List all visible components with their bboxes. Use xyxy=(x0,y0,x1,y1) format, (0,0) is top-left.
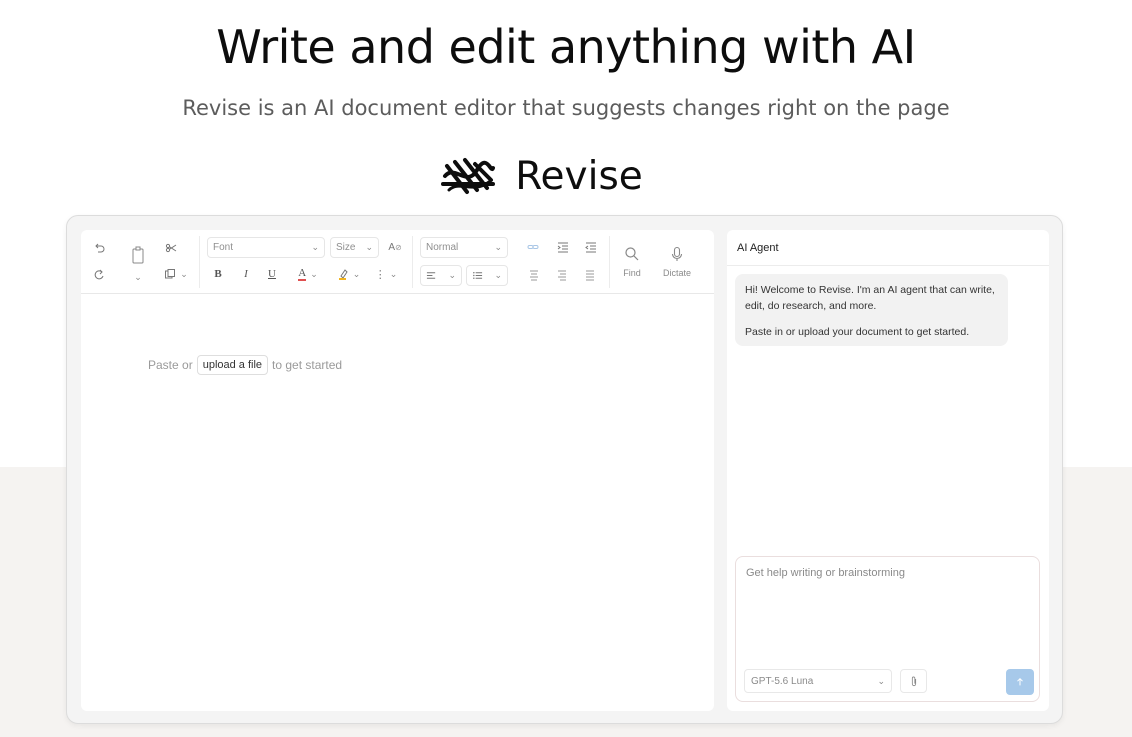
paperclip-icon xyxy=(911,676,916,686)
font-select[interactable]: Font ⌄ xyxy=(207,237,325,258)
font-color-button[interactable]: A ⌄ xyxy=(293,266,323,282)
indent-icon[interactable] xyxy=(555,240,571,254)
brand-name: Revise xyxy=(515,153,643,199)
bullet-list-icon xyxy=(473,272,483,279)
align-center-icon[interactable] xyxy=(527,268,541,282)
find-button[interactable]: Find xyxy=(617,238,647,286)
hero-title: Write and edit anything with AI xyxy=(216,20,916,74)
editor-toolbar: ⌄ ⌄ Font ⌄ Size ⌄ A ⊘ B I U A ⌄ ⌄ ⋮ ⌄ No… xyxy=(81,230,714,294)
bold-button[interactable]: B xyxy=(211,266,225,282)
undo-icon[interactable] xyxy=(91,240,107,256)
italic-button[interactable]: I xyxy=(239,266,253,282)
more-options-icon[interactable]: ⋮ ⌄ xyxy=(373,266,399,282)
upload-file-button[interactable]: upload a file xyxy=(196,355,269,375)
highlight-icon[interactable]: ⌄ xyxy=(333,266,365,282)
arrow-up-icon xyxy=(1017,677,1023,686)
agent-message: Hi! Welcome to Revise. I'm an AI agent t… xyxy=(745,284,995,312)
underline-button[interactable]: U xyxy=(265,266,279,282)
agent-message-bubble: Hi! Welcome to Revise. I'm an AI agent t… xyxy=(735,274,1008,346)
align-justify-icon[interactable] xyxy=(583,268,597,282)
align-right-icon[interactable] xyxy=(555,268,569,282)
search-icon xyxy=(625,247,639,261)
find-label: Find xyxy=(623,268,641,278)
size-select[interactable]: Size ⌄ xyxy=(330,237,379,258)
ai-agent-panel: AI Agent Hi! Welcome to Revise. I'm an A… xyxy=(727,230,1049,711)
hero-subtitle: Revise is an AI document editor that sug… xyxy=(182,96,950,120)
agent-header: AI Agent xyxy=(727,230,1049,266)
paragraph-style-select[interactable]: Normal ⌄ xyxy=(420,237,508,258)
toolbar-divider xyxy=(609,236,610,288)
list-select[interactable]: ⌄ xyxy=(466,265,508,286)
placeholder-after: to get started xyxy=(272,358,343,372)
font-select-value: Font xyxy=(213,242,234,253)
clear-format-icon[interactable]: A ⊘ xyxy=(386,239,404,255)
send-button[interactable] xyxy=(1006,669,1034,695)
align-left-icon xyxy=(426,272,436,279)
outdent-icon[interactable] xyxy=(583,240,599,254)
link-icon[interactable] xyxy=(525,240,541,254)
redo-icon[interactable] xyxy=(91,266,107,282)
chat-input[interactable] xyxy=(746,567,1026,579)
paste-icon[interactable] xyxy=(129,244,147,266)
brand: Revise xyxy=(412,138,668,214)
copy-icon[interactable]: ⌄ xyxy=(161,266,191,282)
dictate-button[interactable]: Dictate xyxy=(659,238,695,286)
microphone-icon xyxy=(671,246,683,261)
document-panel: ⌄ ⌄ Font ⌄ Size ⌄ A ⊘ B I U A ⌄ ⌄ ⋮ ⌄ No… xyxy=(81,230,714,711)
cut-icon[interactable] xyxy=(163,240,179,256)
model-select-value: GPT-5.6 Luna xyxy=(751,675,814,687)
font-color-label: A xyxy=(298,266,307,281)
placeholder-before: Paste or xyxy=(148,358,193,372)
attach-button[interactable] xyxy=(900,669,927,693)
app-frame: ⌄ ⌄ Font ⌄ Size ⌄ A ⊘ B I U A ⌄ ⌄ ⋮ ⌄ No… xyxy=(66,215,1063,724)
align-select[interactable]: ⌄ xyxy=(420,265,462,286)
dictate-label: Dictate xyxy=(662,268,691,278)
agent-message: Paste in or upload your document to get … xyxy=(745,326,970,338)
toolbar-divider xyxy=(412,236,413,288)
model-select[interactable]: GPT-5.6 Luna ⌄ xyxy=(744,669,892,693)
paragraph-style-value: Normal xyxy=(426,242,459,253)
editor-placeholder: Paste or upload a file to get started xyxy=(148,354,342,376)
chat-composer: GPT-5.6 Luna⌄ xyxy=(735,556,1040,702)
size-select-value: Size xyxy=(336,242,356,253)
paste-dropdown-chevron[interactable]: ⌄ xyxy=(131,270,145,284)
toolbar-divider xyxy=(199,236,200,288)
scribble-logo-icon xyxy=(441,158,496,194)
